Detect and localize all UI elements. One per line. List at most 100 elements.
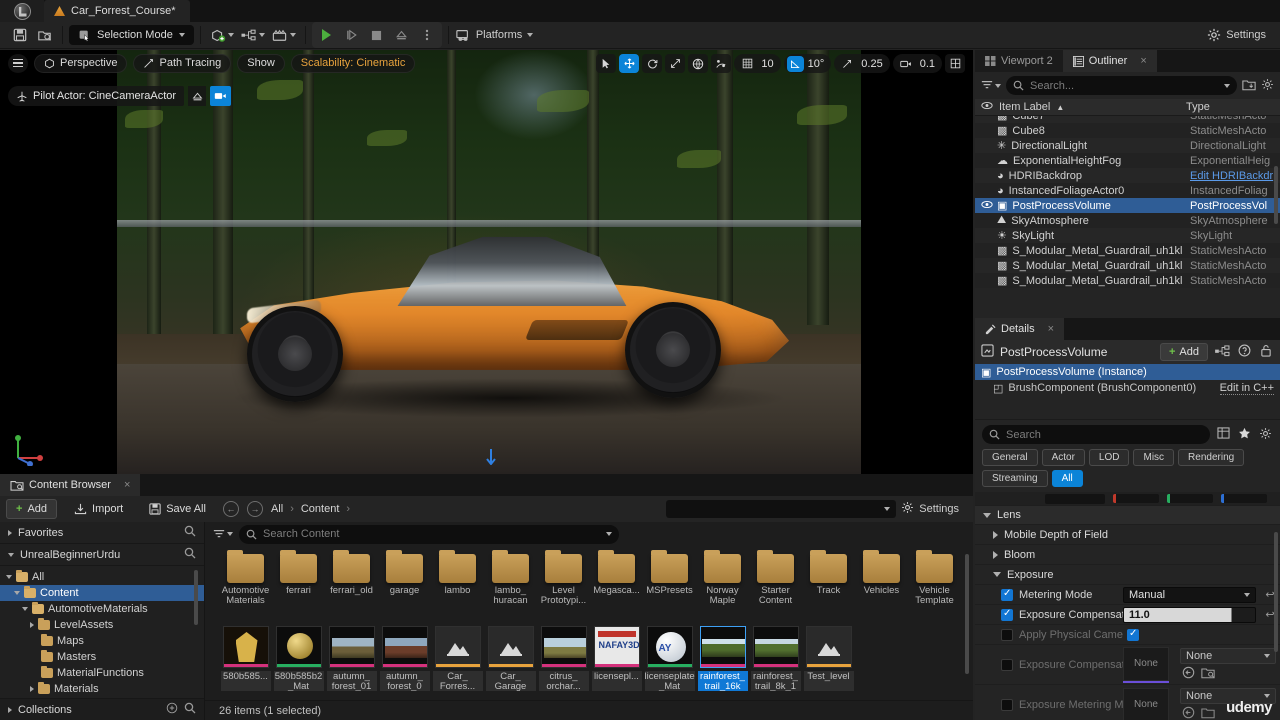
tree-row-masters[interactable]: Masters: [0, 649, 204, 665]
outliner-row[interactable]: ☁ ExponentialHeightFog ExponentialHeig: [975, 153, 1280, 168]
outliner-search-input[interactable]: Search...: [1006, 76, 1237, 95]
asset-tile[interactable]: Car_ Forres...: [431, 626, 484, 692]
viewport-menu-icon[interactable]: [8, 53, 28, 73]
rotate-gizmo-icon[interactable]: [642, 54, 663, 73]
outliner-row[interactable]: ☀ SkyLight SkyLight: [975, 228, 1280, 243]
forward-arrow-icon[interactable]: →: [246, 501, 263, 517]
category-rendering[interactable]: Rendering: [1178, 449, 1245, 466]
use-selected-asset-icon[interactable]: [1182, 706, 1195, 720]
tab-content-browser[interactable]: Content Browser ×: [0, 474, 141, 496]
details-scrollbar[interactable]: [1274, 532, 1278, 652]
property-checkbox[interactable]: [1001, 698, 1013, 711]
help-icon[interactable]: [1236, 344, 1252, 360]
world-space-icon[interactable]: [688, 54, 709, 73]
platforms-button[interactable]: Platforms: [455, 28, 534, 42]
columns-icon[interactable]: [1215, 427, 1231, 442]
outliner-row[interactable]: ▩ S_Modular_Metal_Guardrail_uh1kl StaticM…: [975, 243, 1280, 258]
content-import-button[interactable]: Import: [65, 499, 132, 519]
search-icon[interactable]: [184, 702, 196, 717]
folder-tile[interactable]: lambo: [431, 550, 484, 626]
chevron-right-icon[interactable]: [30, 686, 34, 692]
filter-icon[interactable]: [981, 80, 1001, 91]
close-icon[interactable]: ×: [1048, 323, 1054, 335]
asset-grid-scrollbar[interactable]: [965, 554, 969, 674]
outliner-scrollbar[interactable]: [1274, 166, 1278, 224]
property-checkbox[interactable]: [1001, 658, 1013, 671]
property-group-exposure[interactable]: Exposure: [975, 565, 1280, 585]
selection-mode-button[interactable]: Selection Mode: [69, 25, 194, 45]
tree-row-maps[interactable]: Maps: [0, 633, 204, 649]
component-row-postprocessvolume[interactable]: ▣ PostProcessVolume (Instance): [975, 364, 1280, 380]
scale-gizmo-icon[interactable]: [665, 54, 686, 73]
property-group-lens[interactable]: Lens: [975, 505, 1280, 525]
lock-icon[interactable]: [1258, 344, 1274, 360]
asset-tile[interactable]: AY licenseplate _Mat: [643, 626, 696, 692]
tree-row-utils[interactable]: Utils: [0, 697, 204, 698]
asset-tile-rainforest-trail-16k[interactable]: rainforest_ trail_16k: [696, 626, 749, 692]
surface-snap-icon[interactable]: [711, 54, 732, 73]
viewport-scalability-button[interactable]: Scalability: Cinematic: [290, 53, 416, 73]
edit-in-cpp-link[interactable]: Edit in C++: [1219, 382, 1274, 395]
content-add-button[interactable]: + Add: [6, 499, 58, 519]
outliner-row[interactable]: ⛰ SkyAtmosphere SkyAtmosphere: [975, 213, 1280, 228]
save-icon[interactable]: [8, 24, 32, 46]
breadcrumb-content[interactable]: Content: [301, 503, 340, 515]
outliner-list[interactable]: ▩ Cube7 StaticMeshActo ▩ Cube8 StaticMeshA…: [975, 116, 1280, 318]
asset-tile[interactable]: 580b585...: [219, 626, 272, 692]
project-tab[interactable]: Car_Forrest_Course*: [44, 0, 190, 22]
tree-row-automotivematerials[interactable]: AutomotiveMaterials: [0, 601, 204, 617]
property-metering-mode[interactable]: Metering Mode Manual ↩: [975, 585, 1280, 605]
folder-tile[interactable]: MSPresets: [643, 550, 696, 626]
folder-tile[interactable]: Starter Content: [749, 550, 802, 626]
create-actor-button[interactable]: [207, 28, 237, 43]
filter-icon[interactable]: [213, 529, 233, 540]
asset-tile[interactable]: 580b585b2 _Mat: [272, 626, 325, 692]
category-streaming[interactable]: Streaming: [982, 470, 1048, 487]
content-settings-label[interactable]: Settings: [919, 503, 959, 515]
outliner-row[interactable]: ▩ S_Modular_Metal_Guardrail_uh1kl StaticM…: [975, 273, 1280, 288]
outliner-row-type[interactable]: Edit HDRIBackdr: [1190, 170, 1280, 182]
property-checkbox[interactable]: [1001, 628, 1013, 641]
blueprints-button[interactable]: [237, 28, 268, 42]
browse-to-asset-icon[interactable]: [1201, 666, 1215, 682]
asset-tile[interactable]: autumn_ forest_0: [378, 626, 431, 692]
category-general[interactable]: General: [982, 449, 1038, 466]
collections-section[interactable]: Collections: [0, 698, 204, 720]
back-arrow-icon[interactable]: ←: [222, 501, 239, 517]
asset-thumbnail[interactable]: None: [1123, 687, 1169, 720]
folder-tile[interactable]: garage: [378, 550, 431, 626]
property-exposure-compensation-curve[interactable]: Exposure Compensation C... None None: [975, 645, 1280, 685]
folder-tile[interactable]: Norway Maple: [696, 550, 749, 626]
unreal-engine-logo-icon[interactable]: [0, 0, 44, 22]
outliner-row[interactable]: ▩ S_Modular_Metal_Guardrail_uh1kl StaticM…: [975, 258, 1280, 273]
asset-picker-dropdown[interactable]: None: [1180, 647, 1276, 664]
viewport-layout-icon[interactable]: [945, 54, 965, 73]
angle-snap-control[interactable]: 10°: [783, 54, 832, 73]
outliner-column-item-label[interactable]: Item Label: [999, 101, 1050, 113]
apply-physical-camera-toggle[interactable]: [1127, 628, 1139, 641]
toolbar-settings-button[interactable]: Settings: [1207, 28, 1272, 42]
camera-icon[interactable]: [210, 86, 232, 106]
browse-to-asset-icon[interactable]: [1201, 706, 1215, 720]
row-visibility-icon[interactable]: [981, 200, 997, 212]
details-properties-list[interactable]: Lens Mobile Depth of Field Bloom Exposur…: [975, 492, 1280, 720]
tree-scrollbar[interactable]: [194, 570, 198, 625]
camera-speed-control[interactable]: 0.1: [892, 54, 942, 73]
content-save-all-button[interactable]: Save All: [140, 499, 215, 519]
outliner-row[interactable]: ✳ DirectionalLight DirectionalLight: [975, 138, 1280, 153]
folder-tile[interactable]: lambo_ huracan: [484, 550, 537, 626]
tab-details[interactable]: Details ×: [975, 318, 1065, 340]
property-checkbox[interactable]: [1001, 608, 1013, 621]
tree-row-materials[interactable]: Materials: [0, 681, 204, 697]
viewport-lighting-button[interactable]: Path Tracing: [133, 53, 232, 73]
folder-tile[interactable]: Megasca...: [590, 550, 643, 626]
level-viewport[interactable]: Perspective Path Tracing Show Scalabilit…: [0, 50, 973, 474]
gear-icon[interactable]: [901, 501, 914, 517]
asset-tile[interactable]: autumn_ forest_01: [325, 626, 378, 692]
browse-content-icon[interactable]: [32, 24, 56, 46]
viewport-perspective-button[interactable]: Perspective: [34, 53, 128, 73]
category-actor[interactable]: Actor: [1041, 449, 1085, 466]
outliner-save-search-icon[interactable]: [1242, 78, 1256, 94]
outliner-row[interactable]: ▩ Cube7 StaticMeshActo: [975, 116, 1280, 123]
close-icon[interactable]: ×: [1140, 55, 1146, 67]
